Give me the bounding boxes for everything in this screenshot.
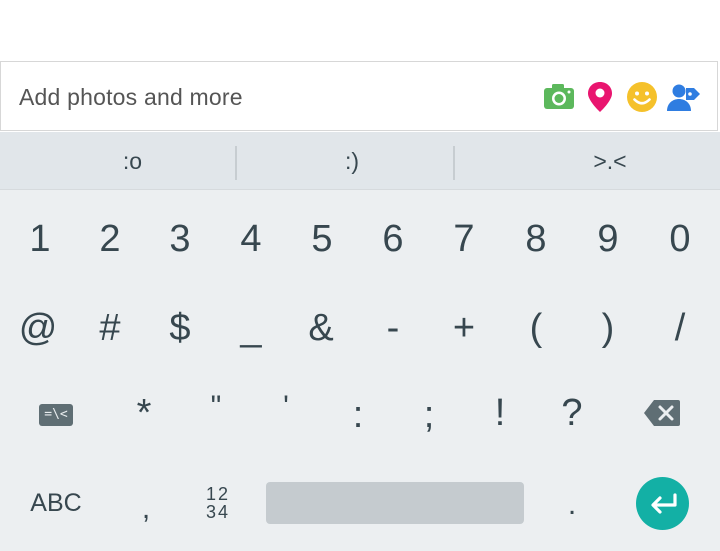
suggestion-strip: :o :) >.< — [0, 132, 720, 190]
backspace-key[interactable] — [626, 386, 698, 440]
suggestion-1[interactable]: :o — [20, 132, 245, 190]
key-question[interactable]: ? — [536, 386, 608, 440]
more-symbols-key[interactable]: =\< — [20, 388, 92, 442]
key-minus[interactable]: - — [357, 300, 429, 356]
key-comma[interactable]: , — [110, 482, 182, 536]
key-period[interactable]: . — [536, 478, 608, 532]
compose-placeholder[interactable]: Add photos and more — [19, 62, 243, 132]
numpad-label-top: 12 — [205, 484, 231, 504]
key-plus[interactable]: + — [428, 300, 500, 356]
camera-icon[interactable] — [541, 79, 577, 115]
abc-key[interactable]: ABC — [18, 476, 94, 530]
symbol-keyboard: 1 2 3 4 5 6 7 8 9 0 @ # $ _ & - + ( ) / … — [0, 190, 720, 551]
key-5[interactable]: 5 — [286, 212, 358, 266]
key-underscore[interactable]: _ — [215, 300, 287, 356]
key-8[interactable]: 8 — [500, 212, 572, 266]
key-dollar[interactable]: $ — [144, 300, 216, 356]
enter-arrow-icon — [650, 492, 677, 514]
key-ampersand[interactable]: & — [285, 300, 357, 356]
location-pin-icon[interactable] — [582, 79, 618, 115]
key-slash[interactable]: / — [644, 300, 716, 356]
suggestion-2[interactable]: :) — [240, 132, 464, 190]
key-9[interactable]: 9 — [572, 212, 644, 266]
tag-person-icon[interactable] — [665, 79, 701, 115]
suggestion-divider — [235, 146, 237, 180]
key-exclamation[interactable]: ! — [464, 386, 536, 440]
more-symbols-label: =\< — [39, 404, 73, 426]
key-semicolon[interactable]: ; — [393, 388, 465, 442]
numpad-key[interactable]: 12 34 — [182, 476, 254, 530]
key-at[interactable]: @ — [2, 300, 74, 356]
key-6[interactable]: 6 — [357, 212, 429, 266]
key-colon[interactable]: : — [322, 388, 394, 442]
key-3[interactable]: 3 — [144, 212, 216, 266]
space-bar[interactable] — [266, 482, 524, 524]
key-0[interactable]: 0 — [644, 212, 716, 266]
compose-bar[interactable]: Add photos and more — [0, 61, 718, 131]
key-right-paren[interactable]: ) — [572, 300, 644, 356]
key-2[interactable]: 2 — [74, 212, 146, 266]
key-double-quote[interactable]: " — [180, 380, 252, 434]
suggestion-divider — [453, 146, 455, 180]
key-4[interactable]: 4 — [215, 212, 287, 266]
suggestion-3[interactable]: >.< — [470, 132, 720, 190]
backspace-icon — [644, 400, 680, 426]
key-single-quote[interactable]: ' — [250, 380, 322, 434]
numpad-label-bottom: 34 — [205, 502, 231, 522]
key-hash[interactable]: # — [74, 300, 146, 356]
key-7[interactable]: 7 — [428, 212, 500, 266]
key-asterisk[interactable]: * — [108, 386, 180, 440]
key-left-paren[interactable]: ( — [500, 300, 572, 356]
smiley-icon[interactable] — [624, 79, 660, 115]
key-1[interactable]: 1 — [4, 212, 76, 266]
enter-key[interactable] — [636, 477, 689, 530]
